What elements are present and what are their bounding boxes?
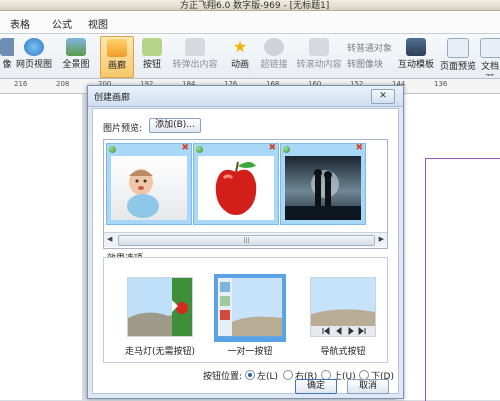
panorama-button[interactable]: 全景图	[60, 36, 92, 76]
popup-icon	[185, 38, 205, 56]
effect-one-to-one-option[interactable]	[214, 274, 286, 342]
animation-button[interactable]: ★ 动画	[226, 36, 254, 76]
image-thumbnail-list[interactable]: ✖ ✖ ✖ ◀ ||| ▶	[103, 139, 388, 249]
image-button[interactable]: 像	[0, 36, 14, 76]
page-margin-guide	[425, 158, 500, 401]
effect-one-to-one-label: 一对一按钮	[227, 347, 273, 357]
dialog-body: 图片预览: 添加(B)... ✖ ✖ ✖ ◀ ||| ▶ 走马灯(无需按钮) 一…	[92, 108, 399, 394]
delete-icon[interactable]: ✖	[181, 143, 189, 153]
button-tool[interactable]: 按钮	[138, 36, 166, 76]
delete-icon[interactable]: ✖	[268, 143, 276, 153]
webview-button[interactable]: 网页视图	[14, 36, 54, 76]
effects-group: 走马灯(无需按钮) 一对一按钮 导航式按钮	[103, 257, 388, 363]
position-left-option[interactable]: 左(L)	[245, 369, 278, 382]
hyperlink-icon	[264, 38, 284, 56]
apple-photo	[198, 156, 274, 220]
navigation-preview	[310, 277, 376, 337]
panorama-icon	[66, 38, 86, 56]
effect-carousel-label: 走马灯(无需按钮)	[124, 347, 196, 357]
preview-icon	[447, 38, 469, 58]
doc-preview-button[interactable]: 文档预	[480, 36, 500, 76]
scroll-button[interactable]: 转滚动内容	[296, 36, 342, 76]
baby-photo	[111, 156, 187, 220]
one-to-one-preview	[217, 277, 283, 337]
ribbon-toolbar: 像 网页视图 全景图 画廊 按钮 转弹出内容 ★ 动画 超链接 转滚动内容 转普…	[0, 34, 500, 79]
app-logo-icon	[196, 146, 203, 153]
effect-navigation-label: 导航式按钮	[320, 347, 366, 357]
menu-item-formula[interactable]: 公式	[52, 16, 72, 31]
menu-item-view[interactable]: 视图	[88, 16, 108, 31]
window-title: 方正飞翔6.0 数字版-969 - [无标题1]	[180, 1, 330, 11]
convert-imageblock-button[interactable]: 转图像块	[347, 57, 383, 70]
thumbnail-baby[interactable]: ✖	[106, 143, 192, 225]
hyperlink-button[interactable]: 超链接	[258, 36, 290, 76]
app-logo-icon	[283, 146, 290, 153]
delete-icon[interactable]: ✖	[355, 143, 363, 153]
gallery-button[interactable]: 画廊	[100, 36, 134, 78]
document-canvas-left[interactable]	[0, 94, 82, 400]
radio-right[interactable]	[283, 370, 293, 380]
scroll-icon	[309, 38, 329, 56]
docpreview-icon	[480, 38, 500, 58]
interactive-template-button[interactable]: 互动模板	[398, 36, 434, 76]
popup-button[interactable]: 转弹出内容	[170, 36, 220, 76]
image-icon	[0, 38, 14, 56]
thumbnail-scrollbar[interactable]: ◀ ||| ▶	[104, 232, 387, 247]
add-image-button[interactable]: 添加(B)...	[149, 118, 201, 133]
scrollbar-thumb[interactable]: |||	[118, 235, 375, 246]
convert-normal-button[interactable]: 转普通对象	[347, 41, 392, 54]
app-logo-icon	[109, 146, 116, 153]
ok-button[interactable]: 确定	[295, 379, 337, 394]
interactive-icon	[406, 38, 426, 56]
effect-navigation-option[interactable]	[307, 274, 379, 342]
button-icon	[142, 38, 162, 56]
window-titlebar: 方正飞翔6.0 数字版-969 - [无标题1]	[0, 0, 500, 11]
webview-icon	[24, 38, 44, 56]
scroll-right-icon[interactable]: ▶	[379, 235, 384, 243]
picture-preview-label: 图片预览:	[103, 124, 143, 134]
dialog-title: 创建画廊	[94, 93, 131, 103]
thumbnail-couple[interactable]: ✖	[280, 143, 366, 225]
create-gallery-dialog: 创建画廊 ✕ 图片预览: 添加(B)... ✖ ✖ ✖ ◀ ||| ▶ 走马灯(…	[87, 85, 404, 399]
menu-item-table[interactable]: 表格	[10, 16, 30, 31]
cancel-button[interactable]: 取消	[347, 379, 389, 394]
page-preview-button[interactable]: 页面预览	[440, 36, 476, 76]
animation-icon: ★	[232, 37, 248, 56]
couple-silhouette-photo	[285, 156, 361, 220]
scroll-left-icon[interactable]: ◀	[107, 235, 112, 243]
gallery-icon	[107, 39, 127, 57]
effect-carousel-option[interactable]	[124, 274, 196, 342]
button-position-label: 按钮位置:	[203, 372, 243, 382]
dialog-close-button[interactable]: ✕	[371, 89, 395, 104]
radio-left[interactable]	[245, 370, 255, 380]
carousel-preview	[127, 277, 193, 337]
dialog-titlebar: 创建画廊 ✕	[88, 86, 403, 107]
thumbnail-apple[interactable]: ✖	[193, 143, 279, 225]
menu-bar: 表格 公式 视图	[0, 11, 500, 34]
